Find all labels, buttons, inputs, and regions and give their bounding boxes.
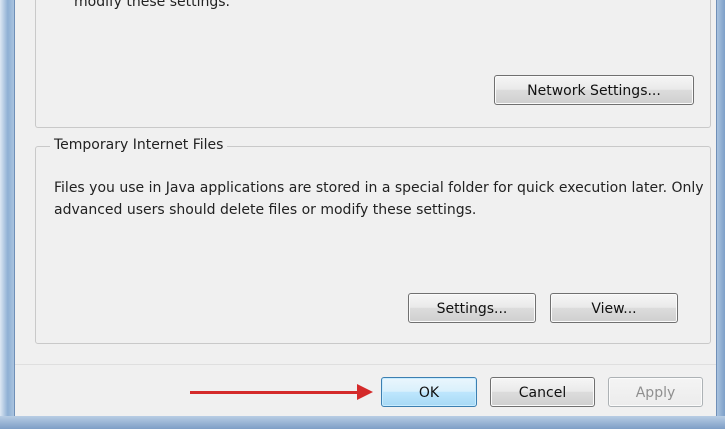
temporary-internet-files-legend: Temporary Internet Files [50,137,228,153]
apply-button[interactable]: Apply [608,377,703,407]
temp-files-view-button[interactable]: View... [550,293,678,323]
network-description-text: modify these settings. [74,0,231,10]
annotation-arrow-icon [357,384,373,400]
annotation-arrow-shaft [190,391,360,394]
temp-files-settings-button[interactable]: Settings... [408,293,536,323]
network-settings-button[interactable]: Network Settings... [494,75,694,105]
java-control-panel-dialog: modify these settings. Network Settings.… [14,0,717,416]
window-frame-bottom [0,416,725,429]
window-frame-left [0,0,14,429]
cancel-button[interactable]: Cancel [490,377,595,407]
temporary-internet-files-group: Temporary Internet Files Files you use i… [35,137,711,344]
window-frame-right [717,0,725,429]
network-settings-group: modify these settings. Network Settings.… [35,0,711,128]
temporary-files-description: Files you use in Java applications are s… [54,180,704,218]
ok-button[interactable]: OK [381,377,477,407]
